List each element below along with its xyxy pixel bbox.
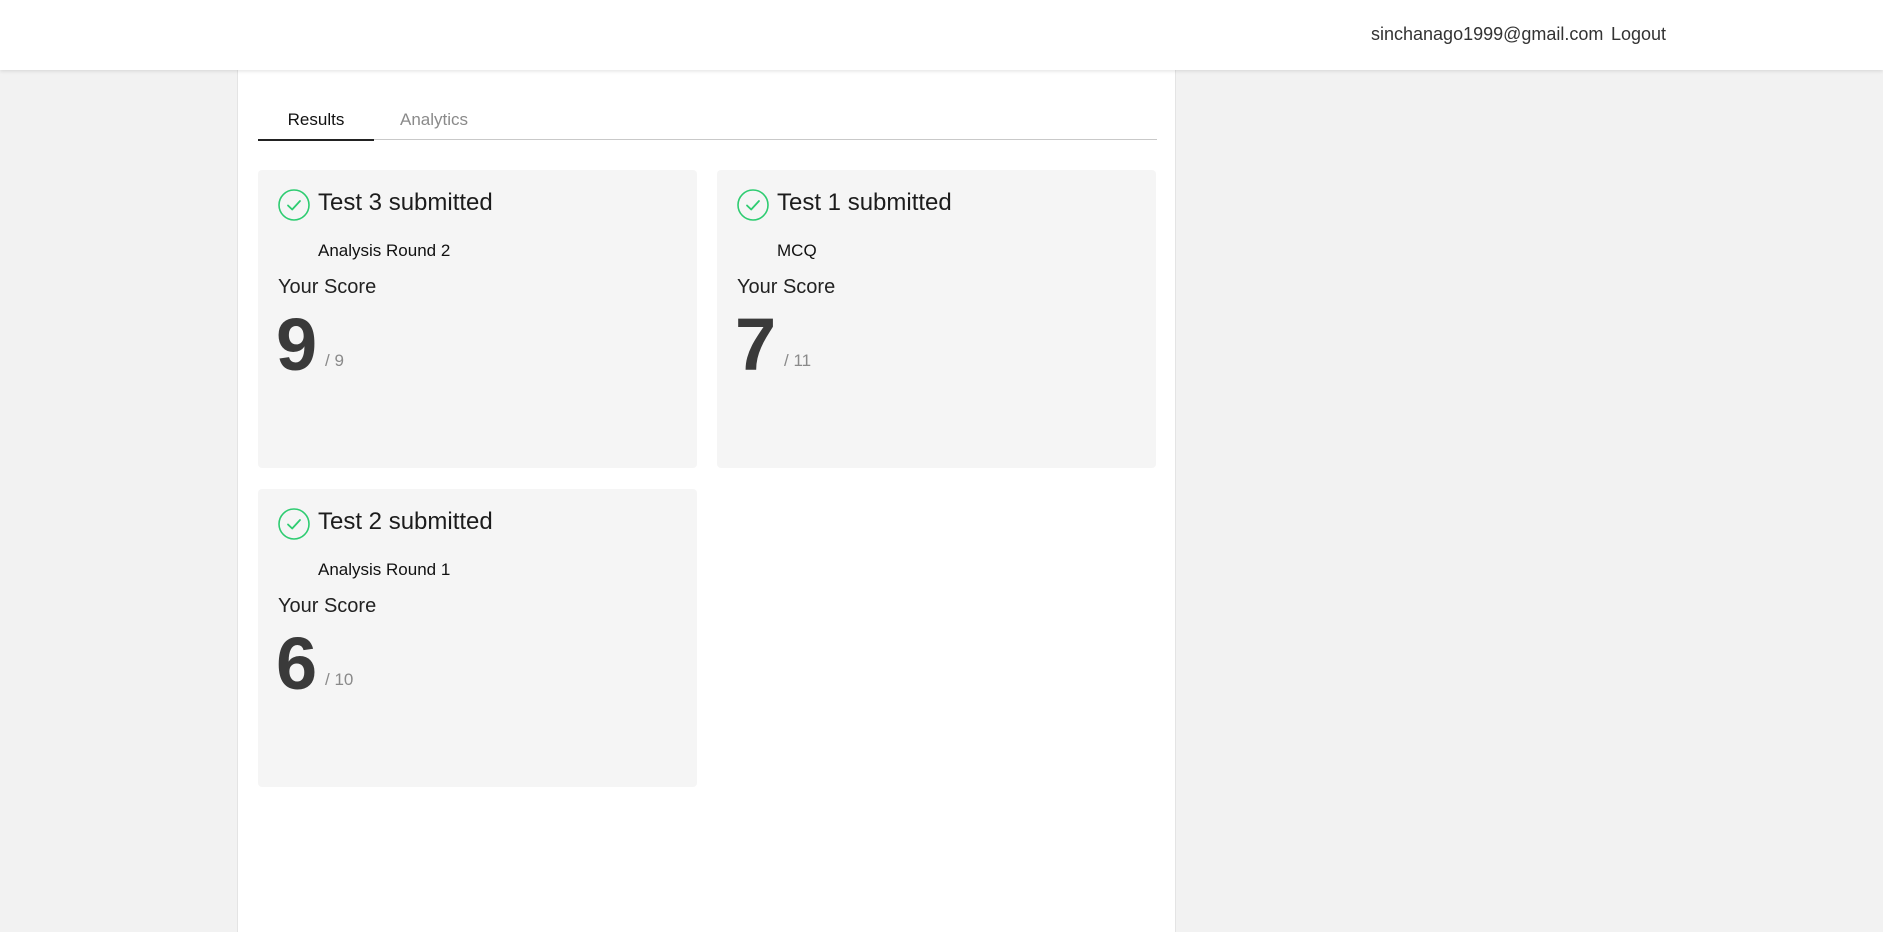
score-label: Your Score [737,276,836,298]
result-card: Test 1 submitted MCQ Your Score 7 / 11 [717,170,1156,468]
score-value: 9 [276,303,318,386]
score-label: Your Score [278,276,377,298]
result-card: Test 2 submitted Analysis Round 1 Your S… [258,489,697,787]
score-value: 6 [276,622,318,705]
score-total: / 11 [784,351,812,370]
score-total: / 9 [325,351,344,370]
check-circle-icon [278,508,310,540]
user-email: sinchanago1999@gmail.com [1371,24,1604,44]
results-panel: Results Analytics Test 3 submitted Analy… [237,70,1176,932]
score-label: Your Score [278,595,377,617]
result-title: Test 2 submitted [318,508,493,535]
check-circle-icon [737,189,769,221]
test-name: Analysis Round 2 [318,241,451,260]
score-total: / 10 [325,670,354,689]
test-name: Analysis Round 1 [318,560,451,579]
top-navbar: sinchanago1999@gmail.com Logout [0,0,1883,70]
tab-analytics[interactable]: Analytics [374,108,494,139]
check-circle-icon [278,189,310,221]
result-title: Test 3 submitted [318,189,493,216]
test-name: MCQ [777,241,817,260]
result-title: Test 1 submitted [777,189,952,216]
logout-link[interactable]: Logout [1611,24,1666,45]
tab-bar: Results Analytics [258,108,1157,141]
result-card: Test 3 submitted Analysis Round 2 Your S… [258,170,697,468]
tab-results[interactable]: Results [258,108,374,141]
score-value: 7 [735,303,777,386]
